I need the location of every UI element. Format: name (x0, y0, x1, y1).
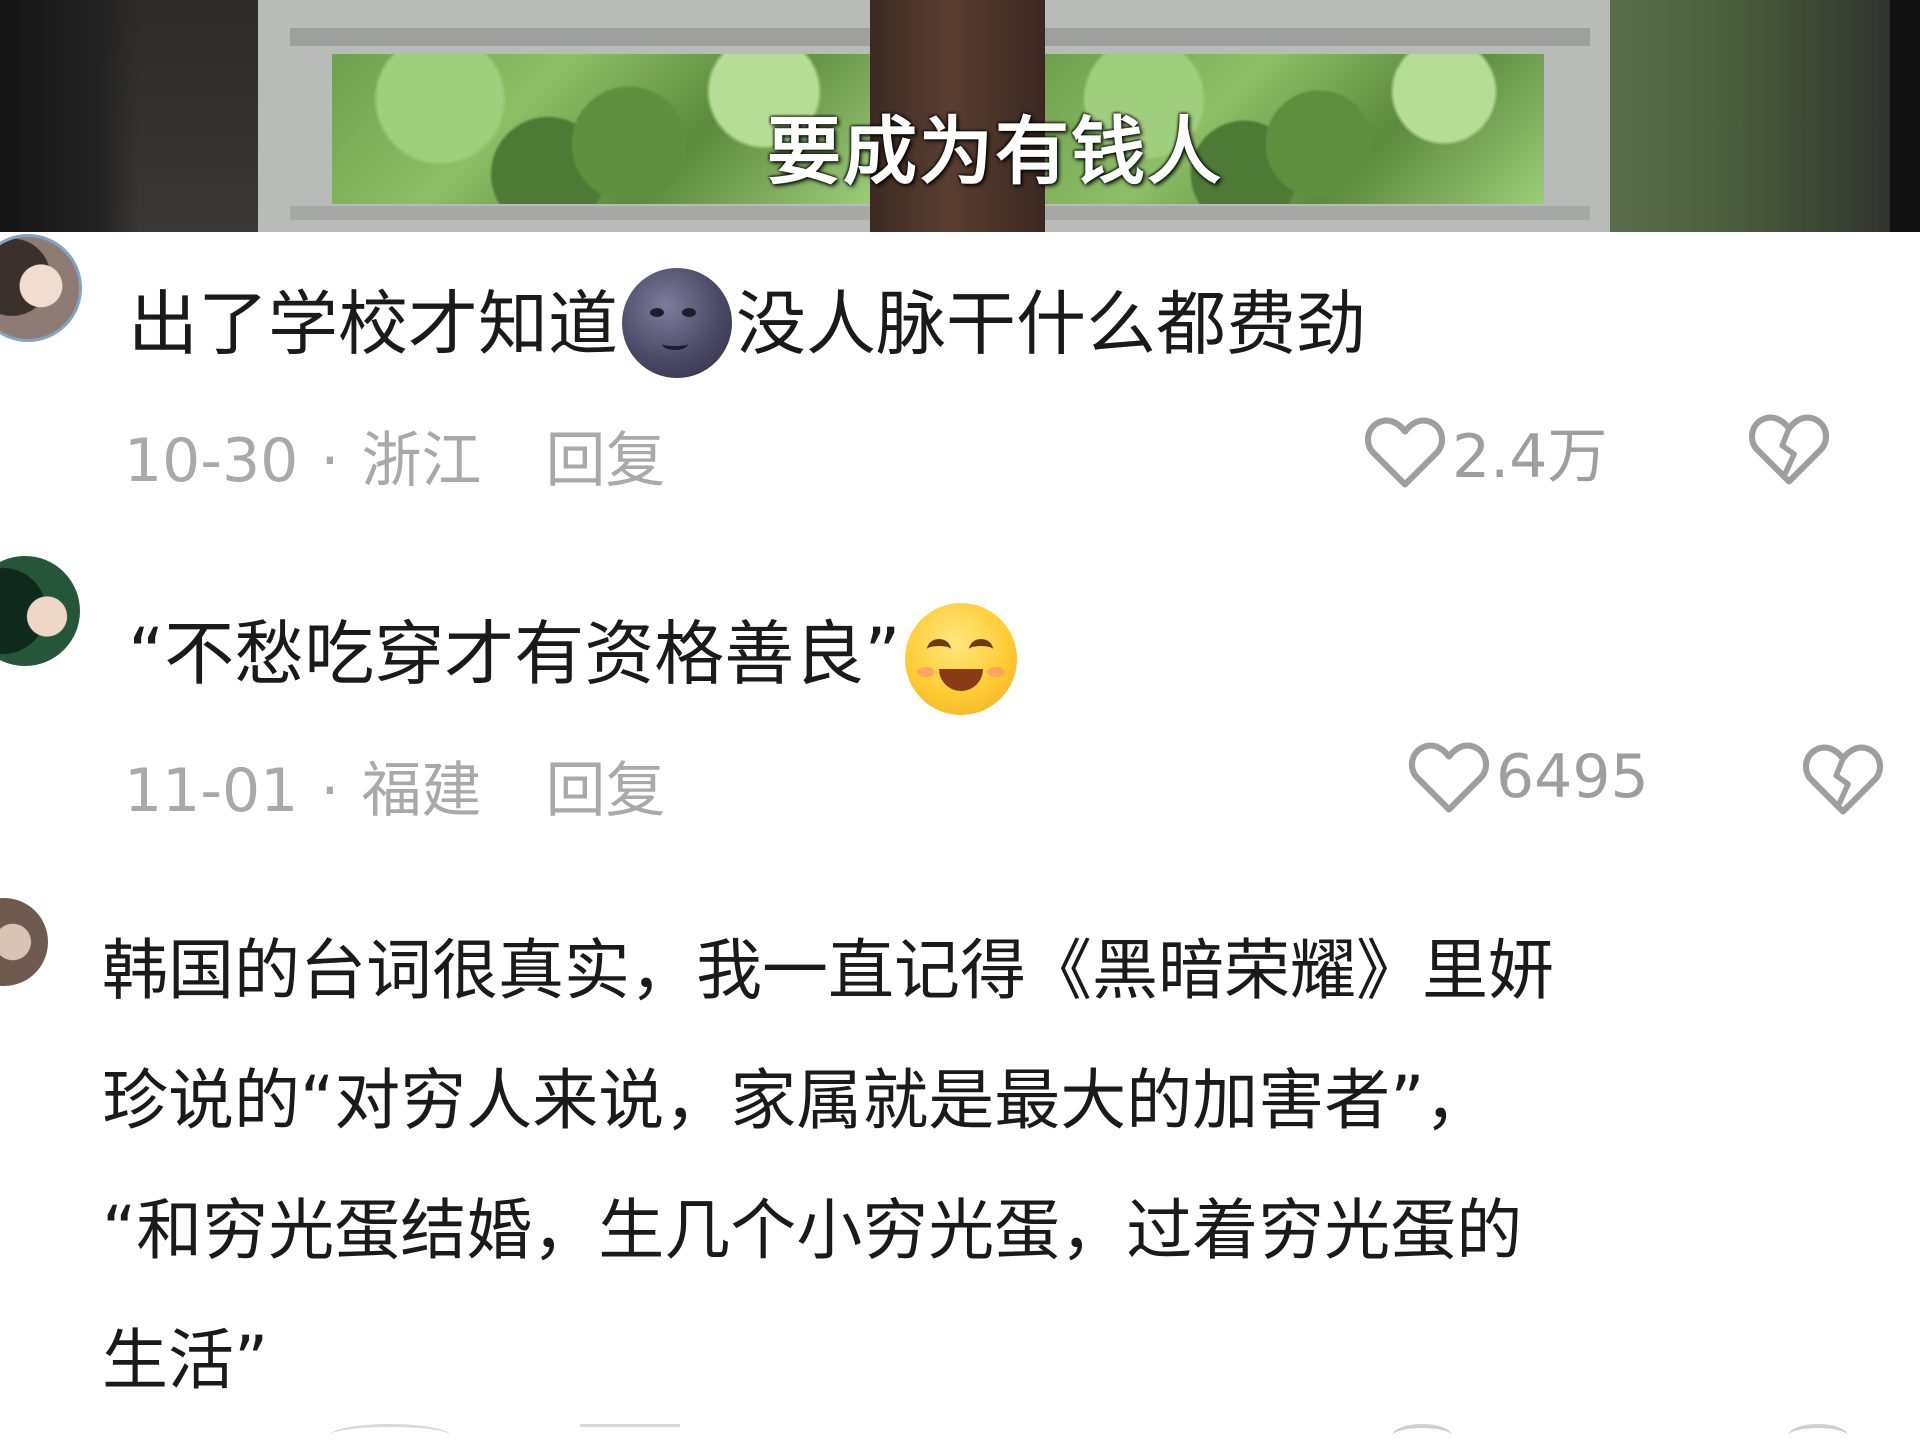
reply-button[interactable]: 回复 (545, 756, 665, 826)
comment-text-part: “不愁吃穿才有资格善良” (128, 613, 901, 695)
comment-text-line: 生活” (102, 1322, 269, 1399)
meta-separator: · (320, 426, 340, 496)
next-meta-peek (580, 1424, 680, 1447)
meta-separator: · (320, 756, 340, 826)
comment-text: 出了学校才知道 没人脉干什么都费劲 (128, 267, 1366, 384)
new-moon-face-emoji (622, 267, 732, 378)
video-subtitle: 要成为有钱人 (767, 109, 1223, 195)
comment-date: 11-01 (124, 756, 299, 826)
video-player[interactable]: 要成为有钱人 (0, 0, 1920, 232)
comment-text-line: “和穷光蛋结婚，生几个小穷光蛋，过着穷光蛋的 (102, 1192, 1523, 1269)
like-button[interactable]: 2.4万 (1364, 408, 1607, 495)
comment-location: 福建 (361, 756, 482, 826)
comment-text: “不愁吃穿才有资格善良” (128, 598, 1017, 715)
broken-heart-icon[interactable] (1748, 410, 1830, 488)
comment-avatar[interactable] (0, 234, 82, 342)
broken-heart-icon[interactable] (1788, 1424, 1848, 1448)
comment-text-line: 珍说的“对穷人来说，家属就是最大的加害者”， (102, 1062, 1491, 1139)
next-meta-peek (330, 1424, 450, 1447)
like-count: 2.4万 (1452, 422, 1608, 492)
comment-date: 10-30 (124, 426, 299, 496)
comment-text-part: 出了学校才知道 (128, 283, 618, 365)
comment-text: 韩国的台词很真实，我一直记得《黑暗荣耀》里妍 珍说的“对穷人来说，家属就是最大的… (102, 906, 1902, 1426)
heart-outline-icon (1364, 417, 1446, 488)
comment-avatar[interactable] (0, 898, 48, 986)
comment-meta: 10-30 · 浙江 回复 (124, 412, 665, 499)
reply-button[interactable]: 回复 (545, 426, 665, 496)
comment-location: 浙江 (361, 426, 482, 496)
heart-outline-icon[interactable] (1392, 1424, 1452, 1448)
like-button[interactable]: 6495 (1408, 738, 1649, 816)
smiling-face-emoji (904, 602, 1017, 715)
like-count: 6495 (1496, 742, 1649, 812)
comment-avatar[interactable] (0, 556, 80, 666)
heart-outline-icon (1408, 742, 1490, 813)
comment-text-line: 韩国的台词很真实，我一直记得《黑暗荣耀》里妍 (102, 932, 1554, 1009)
comment-meta: 11-01 · 福建 回复 (124, 742, 665, 829)
broken-heart-icon[interactable] (1802, 740, 1884, 818)
comment-text-part: 没人脉干什么都费劲 (736, 283, 1366, 365)
